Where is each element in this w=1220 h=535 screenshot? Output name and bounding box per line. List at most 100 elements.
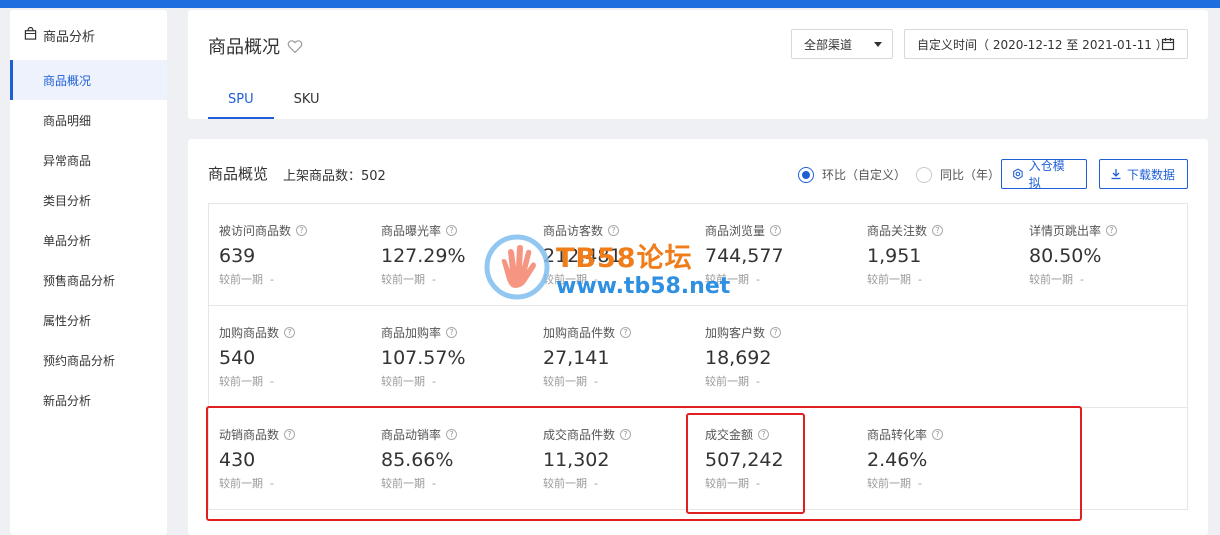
compare-label: 较前一期 [1029,273,1073,286]
header-card: 商品概况 全部渠道 自定义时间（ 2020-12-12 至 2021-01-11… [188,10,1208,119]
highlight-box-sales-row [206,406,1082,521]
compare-delta: - [1080,273,1084,286]
metric-label-text: 加购客户数 [705,326,766,340]
download-icon [1111,169,1121,180]
radio-year-over-year[interactable] [916,166,933,183]
metrics-row: 加购商品数? 540 较前一期 - 商品加购率? 107.57% 较前一期 - … [209,306,1187,408]
compare-label: 较前一期 [543,375,587,388]
compare-delta: - [918,273,922,286]
download-data-button[interactable]: 下载数据 [1099,159,1188,189]
watermark: TB58论坛 www.tb58.net [484,234,744,304]
shopping-bag-icon [24,26,37,44]
warehouse-simulate-label: 入仓模拟 [1028,159,1065,190]
sidebar-item-attribute[interactable]: 属性分析 [10,300,167,340]
metric-label: 商品关注数? [867,222,1017,239]
listed-products-count: 上架商品数：502 [283,169,386,184]
metric-label: 加购商品件数? [543,324,693,341]
metric-value: 18,692 [705,347,772,369]
metric-value: 27,141 [543,347,610,369]
compare-label: 较前一期 [381,375,425,388]
warehouse-simulate-button[interactable]: 入仓模拟 [1001,159,1087,190]
help-icon[interactable]: ? [296,225,308,236]
compare-delta: - [270,273,274,286]
sidebar-item-reservation[interactable]: 预约商品分析 [10,340,167,380]
metric-card: 加购客户数? 18,692 较前一期 - [705,324,855,389]
date-range-value: 自定义时间（ 2020-12-12 至 2021-01-11 ） [917,37,1168,52]
metric-card: 加购商品件数? 27,141 较前一期 - [543,324,693,389]
metric-label: 详情页跳出率? [1029,222,1179,239]
sidebar-item-single[interactable]: 单品分析 [10,220,167,260]
comparison-radio-group: 环比（自定义） 同比（年） [798,166,1010,183]
help-icon[interactable]: ? [284,327,296,338]
heart-icon[interactable] [286,37,304,55]
overview-title: 商品概览 [208,165,269,183]
metric-compare: 较前一期 - [219,373,369,389]
metric-value: 107.57% [381,347,466,369]
page-title: 商品概况 [208,33,304,59]
metric-value: 80.50% [1029,245,1102,267]
compare-delta: - [594,375,598,388]
metric-value: 1,951 [867,245,922,267]
compare-delta: - [432,273,436,286]
compare-delta: - [756,375,760,388]
tab-spu[interactable]: SPU [208,88,274,119]
help-icon[interactable]: ? [932,225,944,236]
date-range-picker[interactable]: 自定义时间（ 2020-12-12 至 2021-01-11 ） [904,29,1188,59]
sidebar-header: 商品分析 [10,10,167,60]
metric-label-text: 加购商品数 [219,326,280,340]
help-icon[interactable]: ? [620,327,632,338]
metric-compare: 较前一期 - [705,373,855,389]
help-icon[interactable]: ? [1106,225,1118,236]
metric-compare: 较前一期 - [381,373,531,389]
caret-down-icon [874,42,882,47]
metric-label: 加购客户数? [705,324,855,341]
metric-card: 加购商品数? 540 较前一期 - [219,324,369,389]
watermark-url: www.tb58.net [556,274,731,299]
sidebar-item-details[interactable]: 商品明细 [10,100,167,140]
gear-icon [1013,168,1023,180]
sidebar-header-label: 商品分析 [43,29,96,45]
compare-label: 较前一期 [867,273,911,286]
metric-label: 被访问商品数? [219,222,369,239]
metric-label-text: 被访问商品数 [219,224,292,238]
tab-sku[interactable]: SKU [274,88,340,119]
help-icon[interactable]: ? [770,225,782,236]
sidebar-item-presale[interactable]: 预售商品分析 [10,260,167,300]
hand-logo-icon [484,234,550,300]
view-tabs: SPU SKU [208,88,340,119]
sidebar: 商品分析 商品概况 商品明细 异常商品 类目分析 单品分析 预售商品分析 属性分… [10,10,167,535]
compare-delta: - [756,273,760,286]
radio-label-period: 环比（自定义） [822,168,907,182]
compare-label: 较前一期 [705,375,749,388]
metric-card: 被访问商品数? 639 较前一期 - [219,222,369,287]
metric-compare: 较前一期 - [543,373,693,389]
metric-value: 540 [219,347,256,369]
top-accent-bar [0,0,1220,8]
channel-select[interactable]: 全部渠道 [791,29,893,59]
compare-label: 较前一期 [219,273,263,286]
watermark-title: TB58论坛 [556,243,693,274]
highlight-box-gmv [686,413,805,514]
metric-compare: 较前一期 - [867,271,1017,287]
metric-label-text: 商品曝光率 [381,224,442,238]
radio-period-over-period[interactable] [798,166,814,183]
metric-label-text: 商品关注数 [867,224,928,238]
compare-delta: - [270,375,274,388]
metric-compare: 较前一期 - [1029,271,1179,287]
sidebar-item-category[interactable]: 类目分析 [10,180,167,220]
download-data-label: 下载数据 [1127,167,1176,182]
help-icon[interactable]: ? [770,327,782,338]
sidebar-item-abnormal[interactable]: 异常商品 [10,140,167,180]
metric-compare: 较前一期 - [219,271,369,287]
radio-label-year: 同比（年） [940,168,1001,182]
metric-label-text: 商品加购率 [381,326,442,340]
sidebar-item-new[interactable]: 新品分析 [10,380,167,420]
help-icon[interactable]: ? [446,225,458,236]
metric-card: 详情页跳出率? 80.50% 较前一期 - [1029,222,1179,287]
channel-select-value: 全部渠道 [804,37,853,52]
metric-value: 639 [219,245,256,267]
sidebar-item-overview[interactable]: 商品概况 [10,60,167,100]
metric-card: 商品加购率? 107.57% 较前一期 - [381,324,531,389]
help-icon[interactable]: ? [446,327,458,338]
metric-label: 加购商品数? [219,324,369,341]
